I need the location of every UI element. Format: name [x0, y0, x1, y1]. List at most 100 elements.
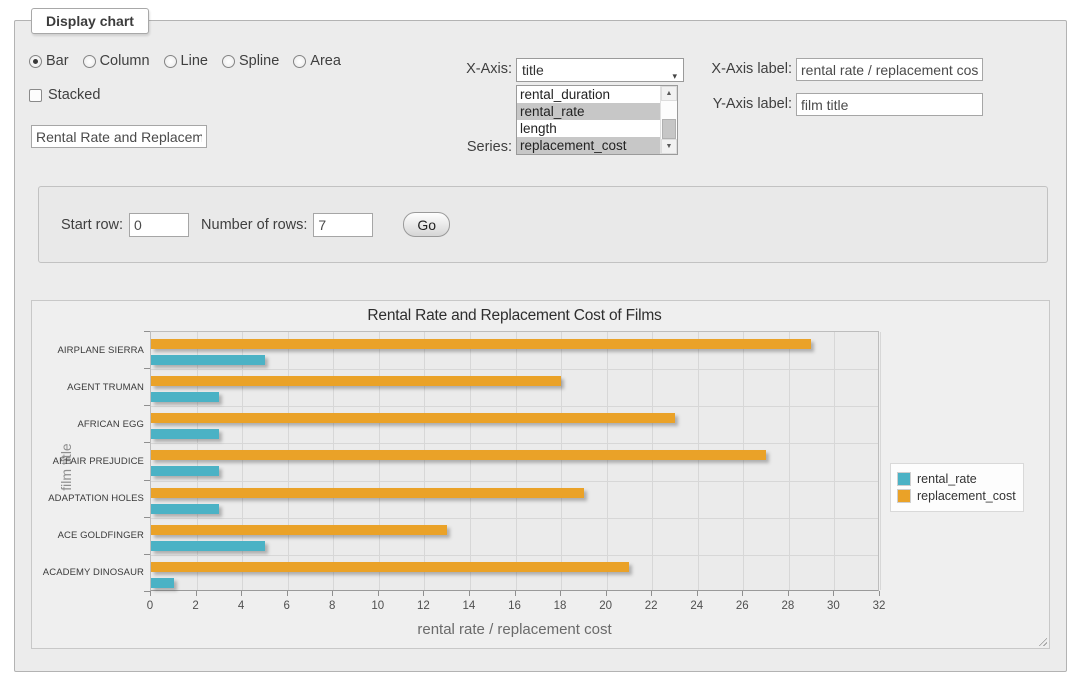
series-option-rental_duration[interactable]: rental_duration [517, 86, 660, 103]
y-tick [144, 517, 150, 518]
series-options: rental_durationrental_ratelengthreplacem… [517, 86, 660, 154]
bar-replacement-cost-african-egg [151, 413, 675, 423]
scroll-up-icon[interactable]: ▲ [661, 86, 677, 101]
x-tick-label: 6 [272, 600, 302, 612]
x-tick [469, 591, 470, 596]
chart-type-radio-spline[interactable]: Spline [222, 53, 279, 69]
x-tick-label: 8 [317, 600, 347, 612]
chevron-down-icon: ▾ [672, 65, 677, 87]
category-label: ACADEMY DINOSAUR [32, 567, 144, 578]
chart-title-input[interactable] [31, 125, 207, 148]
rows-form-panel: Start row: Number of rows: Go [38, 186, 1048, 263]
category-label: AIRPLANE SIERRA [32, 345, 144, 356]
gridline [151, 406, 878, 407]
radio-icon[interactable] [222, 55, 235, 68]
radio-icon[interactable] [83, 55, 96, 68]
x-tick-label: 32 [864, 600, 894, 612]
gridline [516, 332, 517, 590]
chart-panel: Rental Rate and Replacement Cost of Film… [31, 300, 1050, 649]
series-scrollbar[interactable]: ▲ ▼ [660, 86, 677, 154]
x-tick-label: 0 [135, 600, 165, 612]
y-tick [144, 554, 150, 555]
x-tick-label: 28 [773, 600, 803, 612]
gridline [424, 332, 425, 590]
chart-plot-area [150, 331, 879, 591]
x-tick [150, 591, 151, 596]
y-tick [144, 405, 150, 406]
chart-x-axis-title: rental rate / replacement cost [150, 621, 879, 638]
chart-type-radio-column[interactable]: Column [83, 53, 150, 69]
radio-icon[interactable] [29, 55, 42, 68]
gridline [607, 332, 608, 590]
x-axis-selected-value: title [522, 62, 544, 78]
start-row-input[interactable] [129, 213, 189, 237]
series-option-length[interactable]: length [517, 120, 660, 137]
bar-replacement-cost-airplane-sierra [151, 339, 811, 349]
chart-type-radio-area[interactable]: Area [293, 53, 341, 69]
x-tick [196, 591, 197, 596]
x-tick [332, 591, 333, 596]
gridline [379, 332, 380, 590]
scroll-down-icon[interactable]: ▼ [661, 139, 677, 154]
y-tick [144, 442, 150, 443]
bar-rental-rate-affair-prejudice [151, 466, 219, 476]
x-axis-label-input[interactable] [796, 58, 983, 81]
legend-entry-rental_rate: rental_rate [897, 472, 1016, 486]
bar-rental-rate-agent-truman [151, 392, 219, 402]
legend-entry-replacement_cost: replacement_cost [897, 489, 1016, 503]
series-option-replacement_cost[interactable]: replacement_cost [517, 137, 660, 154]
x-tick-label: 22 [636, 600, 666, 612]
radio-label: Spline [239, 53, 279, 69]
radio-label: Line [181, 53, 208, 69]
x-tick [560, 591, 561, 596]
gridline [151, 518, 878, 519]
x-tick-label: 2 [181, 600, 211, 612]
radio-label: Column [100, 53, 150, 69]
radio-label: Area [310, 53, 341, 69]
chart-legend: rental_rate replacement_cost [890, 463, 1024, 512]
series-multiselect[interactable]: rental_durationrental_ratelengthreplacem… [516, 85, 678, 155]
go-button[interactable]: Go [403, 212, 450, 237]
number-of-rows-input[interactable] [313, 213, 373, 237]
x-tick-label: 16 [500, 600, 530, 612]
bar-rental-rate-academy-dinosaur [151, 578, 174, 588]
gridline [880, 332, 881, 590]
x-tick-label: 10 [363, 600, 393, 612]
x-tick-label: 12 [408, 600, 438, 612]
category-label: ADAPTATION HOLES [32, 493, 144, 504]
gridline [197, 332, 198, 590]
bar-replacement-cost-academy-dinosaur [151, 562, 629, 572]
series-list-label: Series: [415, 139, 512, 155]
bar-rental-rate-adaptation-holes [151, 504, 219, 514]
chart-type-radio-line[interactable]: Line [164, 53, 208, 69]
radio-icon[interactable] [164, 55, 177, 68]
stacked-checkbox[interactable] [29, 89, 42, 102]
legend-swatch [897, 472, 911, 486]
scrollbar-thumb[interactable] [662, 119, 676, 139]
scrollbar-track[interactable] [661, 101, 677, 139]
gridline [743, 332, 744, 590]
legend-label: rental_rate [917, 472, 977, 486]
chart-type-radio-bar[interactable]: Bar [29, 53, 69, 69]
gridline [333, 332, 334, 590]
start-row-label: Start row: [61, 217, 123, 233]
x-tick-label: 18 [545, 600, 575, 612]
x-tick [651, 591, 652, 596]
bar-replacement-cost-affair-prejudice [151, 450, 766, 460]
x-tick [788, 591, 789, 596]
x-axis-select-label: X-Axis: [415, 61, 512, 77]
x-axis-select[interactable]: title ▾ [516, 58, 684, 82]
category-label: AFFAIR PREJUDICE [32, 456, 144, 467]
gridline [789, 332, 790, 590]
x-tick [241, 591, 242, 596]
y-axis-label-input[interactable] [796, 93, 983, 116]
legend-label: replacement_cost [917, 489, 1016, 503]
series-option-rental_rate[interactable]: rental_rate [517, 103, 660, 120]
stacked-row: Stacked [29, 87, 100, 103]
resize-handle-icon[interactable] [1036, 635, 1047, 646]
bar-replacement-cost-agent-truman [151, 376, 561, 386]
radio-icon[interactable] [293, 55, 306, 68]
gridline [561, 332, 562, 590]
y-tick [144, 368, 150, 369]
bar-replacement-cost-ace-goldfinger [151, 525, 447, 535]
